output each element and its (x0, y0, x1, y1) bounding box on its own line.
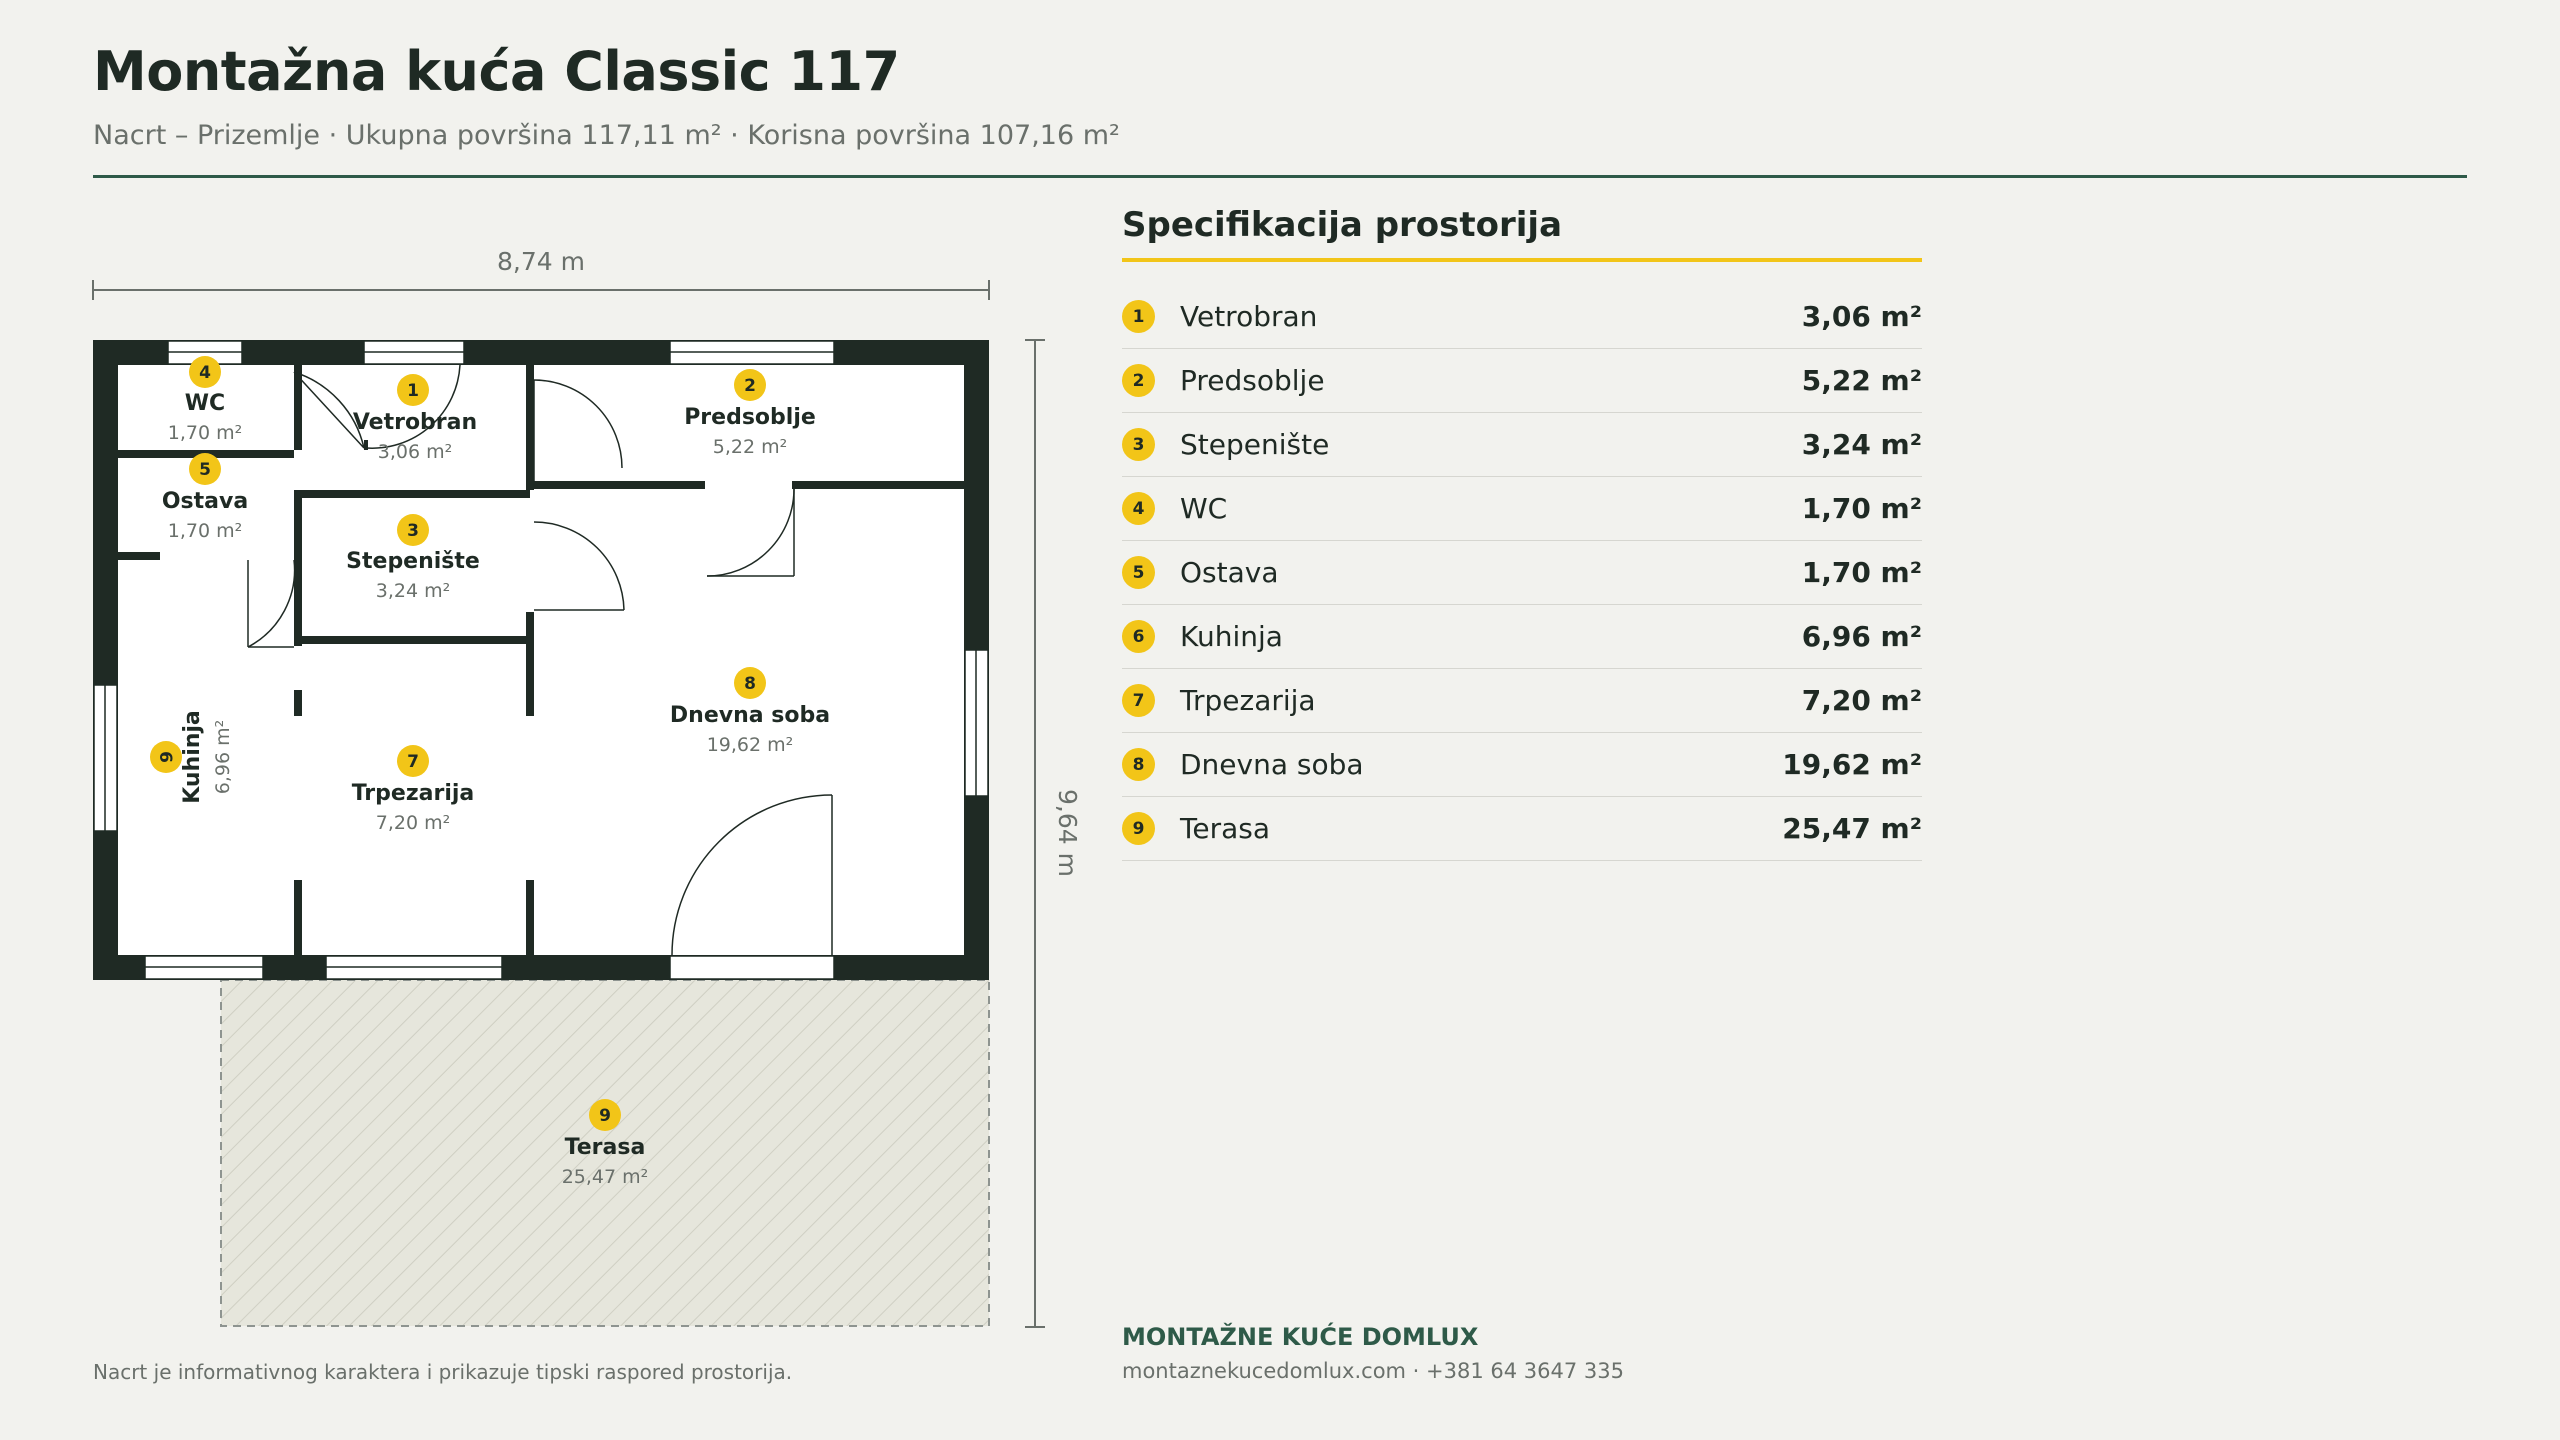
plan-footnote: Nacrt je informativnog karaktera i prika… (93, 1360, 793, 1384)
list-item: 8 Dnevna soba 19,62 m² (1122, 733, 1922, 797)
spec-title-underline (1122, 258, 1922, 262)
room-name: Terasa (1180, 812, 1270, 845)
width-label: 8,74 m (497, 247, 585, 276)
height-label: 9,64 m (1053, 789, 1082, 877)
svg-text:7,20 m²: 7,20 m² (376, 812, 450, 834)
room-number-badge: 4 (1122, 492, 1155, 525)
room-spec-list: 1 Vetrobran 3,06 m² 2 Predsoblje 5,22 m² 3 St… (1122, 285, 1922, 861)
width-dimension: 8,74 m (92, 247, 990, 300)
svg-text:Vetrobran: Vetrobran (353, 410, 477, 435)
list-item: 4 WC 1,70 m² (1122, 477, 1922, 541)
room-number-badge: 9 (1122, 812, 1155, 845)
room-number-badge: 5 (1122, 556, 1155, 589)
spec-title: Specifikacija prostorija (1122, 205, 1563, 245)
svg-text:5,22 m²: 5,22 m² (713, 436, 787, 458)
room-number-badge: 6 (1122, 620, 1155, 653)
svg-text:6: 6 (155, 751, 175, 763)
list-item: 7 Trpezarija 7,20 m² (1122, 669, 1922, 733)
room-number-badge: 8 (1122, 748, 1155, 781)
room-name: Stepenište (1180, 428, 1330, 461)
svg-text:1,70 m²: 1,70 m² (168, 520, 242, 542)
svg-text:7: 7 (407, 752, 419, 772)
room-area: 5,22 m² (1801, 364, 1922, 397)
room-name: WC (1180, 492, 1228, 525)
svg-text:Stepenište: Stepenište (346, 549, 480, 574)
svg-text:Trpezarija: Trpezarija (352, 781, 475, 806)
svg-text:19,62 m²: 19,62 m² (707, 734, 794, 756)
svg-text:Predsoblje: Predsoblje (684, 405, 816, 430)
svg-text:3,24 m²: 3,24 m² (376, 580, 450, 602)
room-area: 1,70 m² (1801, 556, 1922, 589)
room-name: Kuhinja (1180, 620, 1283, 653)
svg-text:8: 8 (744, 674, 756, 694)
svg-text:1,70 m²: 1,70 m² (168, 422, 242, 444)
list-item: 1 Vetrobran 3,06 m² (1122, 285, 1922, 349)
room-name: Dnevna soba (1180, 748, 1364, 781)
room-name: Vetrobran (1180, 300, 1318, 333)
room-area: 25,47 m² (1782, 812, 1922, 845)
svg-text:5: 5 (199, 460, 211, 480)
room-area: 3,24 m² (1801, 428, 1922, 461)
svg-text:4: 4 (199, 363, 211, 383)
list-item: 3 Stepenište 3,24 m² (1122, 413, 1922, 477)
svg-text:WC: WC (185, 391, 225, 416)
list-item: 6 Kuhinja 6,96 m² (1122, 605, 1922, 669)
room-number-badge: 3 (1122, 428, 1155, 461)
svg-text:Dnevna soba: Dnevna soba (670, 703, 830, 728)
room-name: Predsoblje (1180, 364, 1325, 397)
room-area: 7,20 m² (1801, 684, 1922, 717)
svg-text:Terasa: Terasa (565, 1135, 646, 1160)
room-number-badge: 1 (1122, 300, 1155, 333)
svg-text:Kuhinja: Kuhinja (180, 710, 205, 804)
height-dimension: 9,64 m (1025, 339, 1082, 1328)
list-item: 2 Predsoblje 5,22 m² (1122, 349, 1922, 413)
room-area: 19,62 m² (1782, 748, 1922, 781)
brand-name: MONTAŽNE KUĆE DOMLUX (1122, 1323, 1479, 1351)
room-name: Ostava (1180, 556, 1279, 589)
brand-contact[interactable]: montaznekucedomlux.com · +381 64 3647 33… (1122, 1359, 1624, 1383)
list-item: 9 Terasa 25,47 m² (1122, 797, 1922, 861)
list-item: 5 Ostava 1,70 m² (1122, 541, 1922, 605)
room-area: 6,96 m² (1801, 620, 1922, 653)
room-area: 1,70 m² (1801, 492, 1922, 525)
svg-text:9: 9 (599, 1106, 611, 1126)
room-number-badge: 7 (1122, 684, 1155, 717)
svg-text:3: 3 (407, 521, 419, 541)
room-number-badge: 2 (1122, 364, 1155, 397)
svg-text:6,96 m²: 6,96 m² (212, 720, 234, 794)
svg-text:25,47 m²: 25,47 m² (562, 1166, 649, 1188)
floor-plan: 8,74 m 9,64 m 1 Vetrobran 3,06 m² 2 Pred… (92, 247, 1082, 1328)
svg-text:Ostava: Ostava (162, 489, 248, 514)
svg-text:2: 2 (744, 376, 756, 396)
svg-text:1: 1 (407, 381, 419, 401)
room-name: Trpezarija (1180, 684, 1316, 717)
room-area: 3,06 m² (1801, 300, 1922, 333)
svg-text:3,06 m²: 3,06 m² (378, 441, 452, 463)
